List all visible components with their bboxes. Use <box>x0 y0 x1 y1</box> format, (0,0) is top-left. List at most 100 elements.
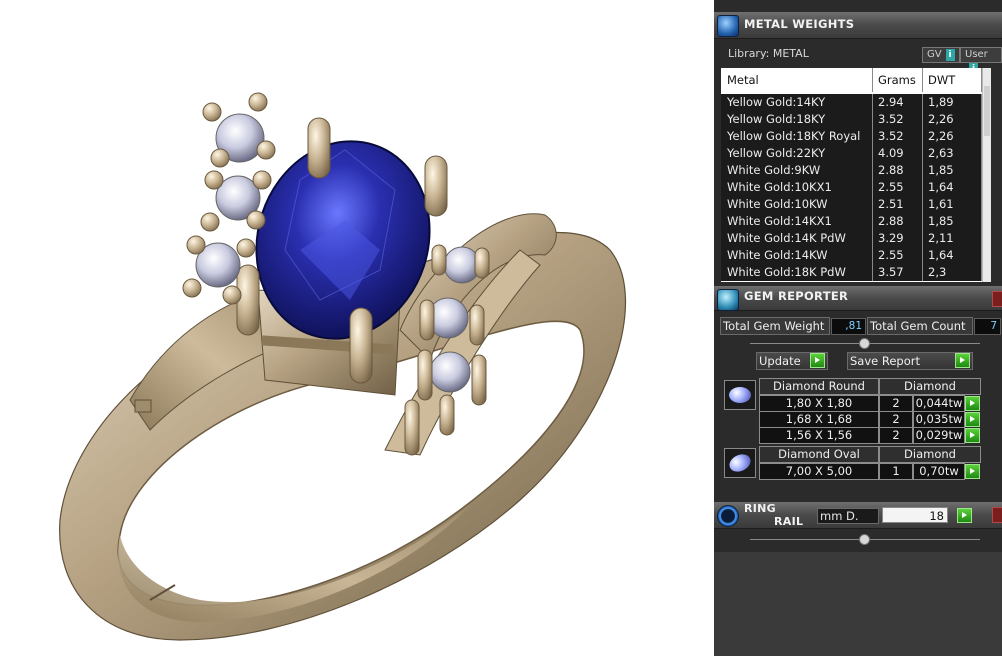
gem-material-oval: Diamond <box>879 446 981 463</box>
gem-size: 1,68 X 1,68 <box>759 411 879 428</box>
gv-toggle[interactable]: GV i <box>922 47 960 63</box>
ring-rail-go-icon[interactable] <box>957 508 972 523</box>
col-grams[interactable]: Grams <box>878 73 916 87</box>
total-gem-count-value: 7 <box>974 318 1001 335</box>
total-gem-count-label: Total Gem Count <box>867 317 973 335</box>
metal-dwt: 2,11 <box>928 231 954 245</box>
gem-reporter-title: GEM REPORTER <box>744 289 849 303</box>
gem-size: 7,00 X 5,00 <box>759 463 879 480</box>
save-report-go-icon[interactable] <box>955 353 970 368</box>
metal-grams: 2.88 <box>878 214 904 228</box>
gem-size: 1,56 X 1,56 <box>759 427 879 444</box>
metal-grams: 3.52 <box>878 112 904 126</box>
ring-rail-unit[interactable]: mm D. <box>817 508 879 524</box>
ring-render <box>59 92 627 641</box>
metal-dwt: 2,63 <box>928 146 954 160</box>
gem-slider-knob[interactable] <box>859 338 870 349</box>
save-report-label: Save Report <box>850 354 921 368</box>
metal-weights-title: METAL WEIGHTS <box>744 17 855 31</box>
gem-weight: 0,044tw <box>913 395 965 412</box>
metal-grams: 2.55 <box>878 180 904 194</box>
gem-weight: 0,70tw <box>913 463 965 480</box>
ring-size-input[interactable]: 18 <box>882 507 948 523</box>
table-row[interactable]: Yellow Gold:22KY 4.09 2,63 <box>721 145 983 162</box>
table-row[interactable]: White Gold:10KX1 2.55 1,64 <box>721 179 983 196</box>
metal-name: Yellow Gold:18KY <box>727 112 826 126</box>
metal-name: White Gold:10KX1 <box>727 180 832 194</box>
ring-rail-slider-knob[interactable] <box>859 534 870 545</box>
ring-rail-close-icon[interactable] <box>992 507 1002 523</box>
gem-count: 2 <box>879 427 913 444</box>
metal-grams: 3.52 <box>878 129 904 143</box>
metal-name: Yellow Gold:14KY <box>727 95 826 109</box>
metal-dwt: 1,64 <box>928 248 954 262</box>
gem-weight: 0,035tw <box>913 411 965 428</box>
diamond-oval-icon <box>724 448 756 478</box>
gem-reporter-header[interactable]: GEM REPORTER <box>714 286 1002 311</box>
metal-grams: 2.88 <box>878 163 904 177</box>
ring-rail-icon <box>717 505 739 527</box>
metal-name: White Gold:14K PdW <box>727 231 846 245</box>
metal-name: White Gold:14KX1 <box>727 214 832 228</box>
ring-rail-title-2: RAIL <box>774 515 804 528</box>
user-toggle[interactable]: Useri <box>960 47 1002 75</box>
gem-count: 2 <box>879 395 913 412</box>
metal-dwt: 1,85 <box>928 163 954 177</box>
metal-grams: 4.09 <box>878 146 904 160</box>
metal-name: White Gold:14KW <box>727 248 828 262</box>
metal-name: Yellow Gold:22KY <box>727 146 826 160</box>
table-row[interactable]: White Gold:18K PdW 3.57 2,3 <box>721 264 983 281</box>
gem-count: 2 <box>879 411 913 428</box>
gem-row-go-icon[interactable] <box>965 396 980 411</box>
metal-weights-icon <box>717 15 739 37</box>
col-metal[interactable]: Metal <box>727 73 759 87</box>
update-go-icon[interactable] <box>810 353 825 368</box>
metal-grams: 2.55 <box>878 248 904 262</box>
gem-weight: 0,029tw <box>913 427 965 444</box>
ring-rail-title-1: RING <box>744 502 776 515</box>
gem-size: 1,80 X 1,80 <box>759 395 879 412</box>
metal-dwt: 1,61 <box>928 197 954 211</box>
total-gem-weight-label: Total Gem Weight <box>720 317 830 335</box>
table-row[interactable]: Yellow Gold:18KY 3.52 2,26 <box>721 111 983 128</box>
metal-weights-table[interactable]: Metal Grams DWT Yellow Gold:14KY 2.94 1,89… <box>721 68 991 282</box>
gem-row-go-icon[interactable] <box>965 412 980 427</box>
gem-row-go-icon[interactable] <box>965 464 980 479</box>
col-dwt[interactable]: DWT <box>928 73 955 87</box>
close-icon[interactable] <box>992 291 1002 307</box>
user-label: User <box>965 49 988 60</box>
empty-panel-area <box>714 552 1002 656</box>
gem-material-round: Diamond <box>879 378 981 395</box>
table-row[interactable]: White Gold:9KW 2.88 1,85 <box>721 162 983 179</box>
gem-reporter-icon <box>717 289 739 311</box>
3d-viewport[interactable] <box>0 0 714 656</box>
table-row[interactable]: Yellow Gold:18KY Royal 3.52 2,26 <box>721 128 983 145</box>
table-row[interactable]: White Gold:14K PdW 3.29 2,11 <box>721 230 983 247</box>
metal-dwt: 1,85 <box>928 214 954 228</box>
total-gem-weight-value: ,81 <box>831 318 866 335</box>
metal-name: Yellow Gold:18KY Royal <box>727 129 861 143</box>
gem-shape-oval: Diamond Oval <box>759 446 879 463</box>
gem-row-go-icon[interactable] <box>965 428 980 443</box>
metal-dwt: 2,26 <box>928 129 954 143</box>
update-label: Update <box>759 354 801 368</box>
metal-name: White Gold:18K PdW <box>727 265 846 279</box>
table-row[interactable]: Yellow Gold:14KY 2.94 1,89 <box>721 94 983 111</box>
metal-dwt: 1,64 <box>928 180 954 194</box>
diamond-round-icon <box>724 380 756 410</box>
gem-shape-round: Diamond Round <box>759 378 879 395</box>
metal-dwt: 2,3 <box>928 265 947 279</box>
gv-info-icon: i <box>945 49 955 61</box>
metal-dwt: 1,89 <box>928 95 954 109</box>
table-row[interactable]: White Gold:14KW 2.55 1,64 <box>721 247 983 264</box>
right-panel: METAL WEIGHTS Library: METAL GVi Useri M… <box>714 0 1002 656</box>
metal-grams: 3.29 <box>878 231 904 245</box>
metal-name: White Gold:9KW <box>727 163 821 177</box>
table-row[interactable]: White Gold:14KX1 2.88 1,85 <box>721 213 983 230</box>
table-scrollbar[interactable] <box>982 68 991 282</box>
metal-weights-header[interactable]: METAL WEIGHTS <box>714 12 1002 39</box>
gv-label: GV <box>927 49 942 60</box>
ring-rail-header[interactable]: RING RAIL mm D. 18 <box>714 502 1002 529</box>
table-row[interactable]: White Gold:10KW 2.51 1,61 <box>721 196 983 213</box>
table-header: Metal Grams DWT <box>721 68 983 92</box>
